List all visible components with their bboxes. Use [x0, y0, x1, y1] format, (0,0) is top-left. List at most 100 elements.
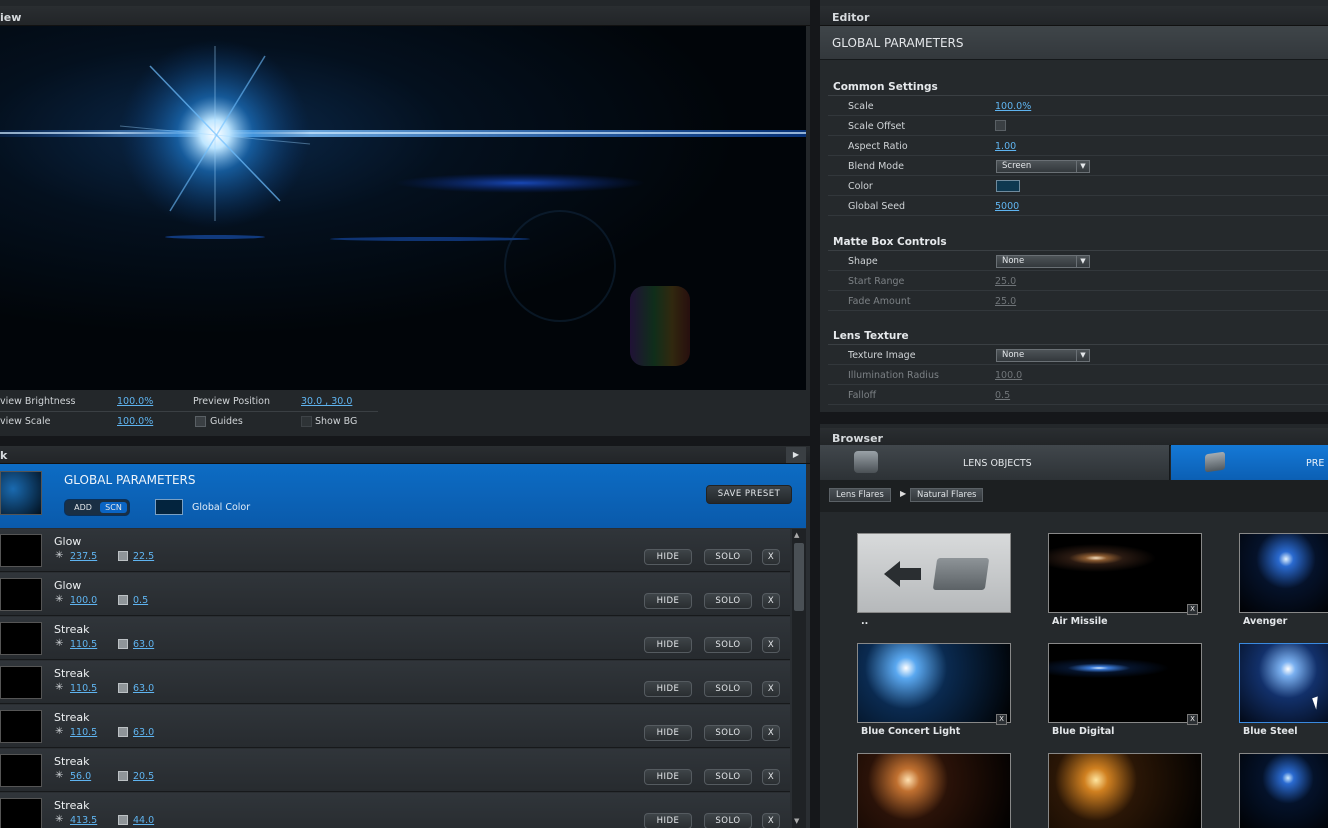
preset-thumb-blue-concert-light[interactable]: [857, 643, 1011, 723]
global-seed-label: Global Seed: [848, 201, 906, 212]
layer-size-value[interactable]: 100.0: [70, 595, 97, 606]
stack-scrollbar[interactable]: ▲ ▼: [792, 529, 806, 828]
remove-layer-button[interactable]: X: [762, 681, 780, 697]
remove-layer-button[interactable]: X: [762, 725, 780, 741]
preset-thumb-blue-steel[interactable]: [1239, 643, 1328, 723]
preset-thumb-row3-2[interactable]: [1048, 753, 1202, 828]
fade-amount-label: Fade Amount: [848, 296, 911, 307]
delete-blue-concert-light-icon[interactable]: X: [996, 714, 1007, 725]
layer-row[interactable]: Glow ✳ 237.5 22.5 HIDE SOLO X: [0, 529, 790, 572]
solo-button[interactable]: SOLO: [704, 593, 752, 609]
tab-presets[interactable]: PRE: [1171, 445, 1328, 480]
splitter-horizontal-left[interactable]: [0, 436, 810, 446]
layer-opacity-value[interactable]: 44.0: [133, 815, 154, 826]
hide-button[interactable]: HIDE: [644, 725, 692, 741]
texture-image-select[interactable]: None ▼: [996, 349, 1090, 362]
layer-size-value[interactable]: 110.5: [70, 683, 97, 694]
delete-blue-digital-icon[interactable]: X: [1187, 714, 1198, 725]
scn-button[interactable]: SCN: [100, 502, 127, 513]
solo-button[interactable]: SOLO: [704, 769, 752, 785]
layer-opacity-value[interactable]: 0.5: [133, 595, 148, 606]
start-range-value[interactable]: 25.0: [995, 276, 1016, 287]
falloff-value[interactable]: 0.5: [995, 390, 1010, 401]
remove-layer-button[interactable]: X: [762, 549, 780, 565]
save-preset-button[interactable]: SAVE PRESET: [706, 485, 792, 504]
scale-offset-checkbox[interactable]: [995, 120, 1006, 131]
layer-opacity-value[interactable]: 63.0: [133, 683, 154, 694]
preview-scale-value[interactable]: 100.0%: [117, 416, 153, 427]
layer-row[interactable]: Streak ✳ 413.5 44.0 HIDE SOLO X: [0, 793, 790, 828]
preset-thumb-avenger[interactable]: [1239, 533, 1328, 613]
layer-row[interactable]: Streak ✳ 110.5 63.0 HIDE SOLO X: [0, 661, 790, 704]
preset-thumb-row3-1[interactable]: [857, 753, 1011, 828]
preview-brightness-value[interactable]: 100.0%: [117, 396, 153, 407]
remove-layer-button[interactable]: X: [762, 813, 780, 828]
layer-row[interactable]: Streak ✳ 110.5 63.0 HIDE SOLO X: [0, 705, 790, 748]
global-seed-value[interactable]: 5000: [995, 201, 1019, 212]
solo-button[interactable]: SOLO: [704, 637, 752, 653]
layer-opacity-value[interactable]: 63.0: [133, 639, 154, 650]
matte-box-title: Matte Box Controls: [833, 236, 947, 248]
guides-checkbox[interactable]: [195, 416, 206, 427]
size-icon: ✳: [55, 770, 64, 781]
hide-button[interactable]: HIDE: [644, 813, 692, 828]
splitter-horizontal-right[interactable]: [820, 412, 1328, 424]
layer-opacity-value[interactable]: 20.5: [133, 771, 154, 782]
preset-name-back: ..: [861, 616, 869, 627]
preview-viewport[interactable]: [0, 26, 806, 390]
layer-row[interactable]: Streak ✳ 56.0 20.5 HIDE SOLO X: [0, 749, 790, 792]
remove-layer-button[interactable]: X: [762, 769, 780, 785]
add-scn-toggle: ADD SCN: [64, 499, 130, 516]
hide-button[interactable]: HIDE: [644, 593, 692, 609]
illumination-radius-row: Illumination Radius 100.0: [828, 365, 1328, 385]
layer-opacity-value[interactable]: 22.5: [133, 551, 154, 562]
preset-thumb-blue-digital[interactable]: [1048, 643, 1202, 723]
splitter-vertical[interactable]: [810, 0, 820, 828]
preset-thumb-row3-3[interactable]: [1239, 753, 1328, 828]
shape-select[interactable]: None ▼: [996, 255, 1090, 268]
hide-button[interactable]: HIDE: [644, 769, 692, 785]
opacity-icon: [118, 727, 128, 737]
layer-row[interactable]: Streak ✳ 110.5 63.0 HIDE SOLO X: [0, 617, 790, 660]
layer-size-value[interactable]: 237.5: [70, 551, 97, 562]
fade-amount-value[interactable]: 25.0: [995, 296, 1016, 307]
layer-opacity-value[interactable]: 63.0: [133, 727, 154, 738]
preset-thumb-air-missile[interactable]: [1048, 533, 1202, 613]
breadcrumb-lens-flares[interactable]: Lens Flares: [829, 488, 891, 502]
layer-size-value[interactable]: 110.5: [70, 727, 97, 738]
remove-layer-button[interactable]: X: [762, 637, 780, 653]
tab-lens-objects[interactable]: LENS OBJECTS: [820, 445, 1170, 480]
illumination-radius-value[interactable]: 100.0: [995, 370, 1022, 381]
layer-thumbnail: [0, 578, 42, 611]
delete-air-missile-icon[interactable]: X: [1187, 604, 1198, 615]
solo-button[interactable]: SOLO: [704, 549, 752, 565]
layer-size-value[interactable]: 413.5: [70, 815, 97, 826]
preset-thumb-back[interactable]: [857, 533, 1011, 613]
show-bg-checkbox[interactable]: [301, 416, 312, 427]
scroll-up-icon[interactable]: ▲: [794, 531, 799, 539]
aspect-ratio-value[interactable]: 1.00: [995, 141, 1016, 152]
layer-row[interactable]: Glow ✳ 100.0 0.5 HIDE SOLO X: [0, 573, 790, 616]
layer-size-value[interactable]: 56.0: [70, 771, 91, 782]
breadcrumb-natural-flares[interactable]: Natural Flares: [910, 488, 984, 502]
solo-button[interactable]: SOLO: [704, 681, 752, 697]
preview-position-value[interactable]: 30.0 , 30.0: [301, 396, 352, 407]
scale-value[interactable]: 100.0%: [995, 101, 1031, 112]
remove-layer-button[interactable]: X: [762, 593, 780, 609]
preset-name-avenger: Avenger: [1243, 616, 1288, 627]
blend-mode-select[interactable]: Screen ▼: [996, 160, 1090, 173]
stack-collapse-arrow[interactable]: ▶: [786, 447, 806, 463]
global-parameters-row[interactable]: GLOBAL PARAMETERS ADD SCN Global Color S…: [0, 464, 806, 528]
hide-button[interactable]: HIDE: [644, 681, 692, 697]
opacity-icon: [118, 771, 128, 781]
color-swatch[interactable]: [996, 180, 1020, 192]
scroll-down-icon[interactable]: ▼: [794, 817, 799, 825]
solo-button[interactable]: SOLO: [704, 813, 752, 828]
hide-button[interactable]: HIDE: [644, 549, 692, 565]
global-color-swatch[interactable]: [155, 499, 183, 515]
scroll-thumb[interactable]: [794, 543, 804, 611]
solo-button[interactable]: SOLO: [704, 725, 752, 741]
add-button[interactable]: ADD: [68, 502, 98, 513]
hide-button[interactable]: HIDE: [644, 637, 692, 653]
layer-size-value[interactable]: 110.5: [70, 639, 97, 650]
